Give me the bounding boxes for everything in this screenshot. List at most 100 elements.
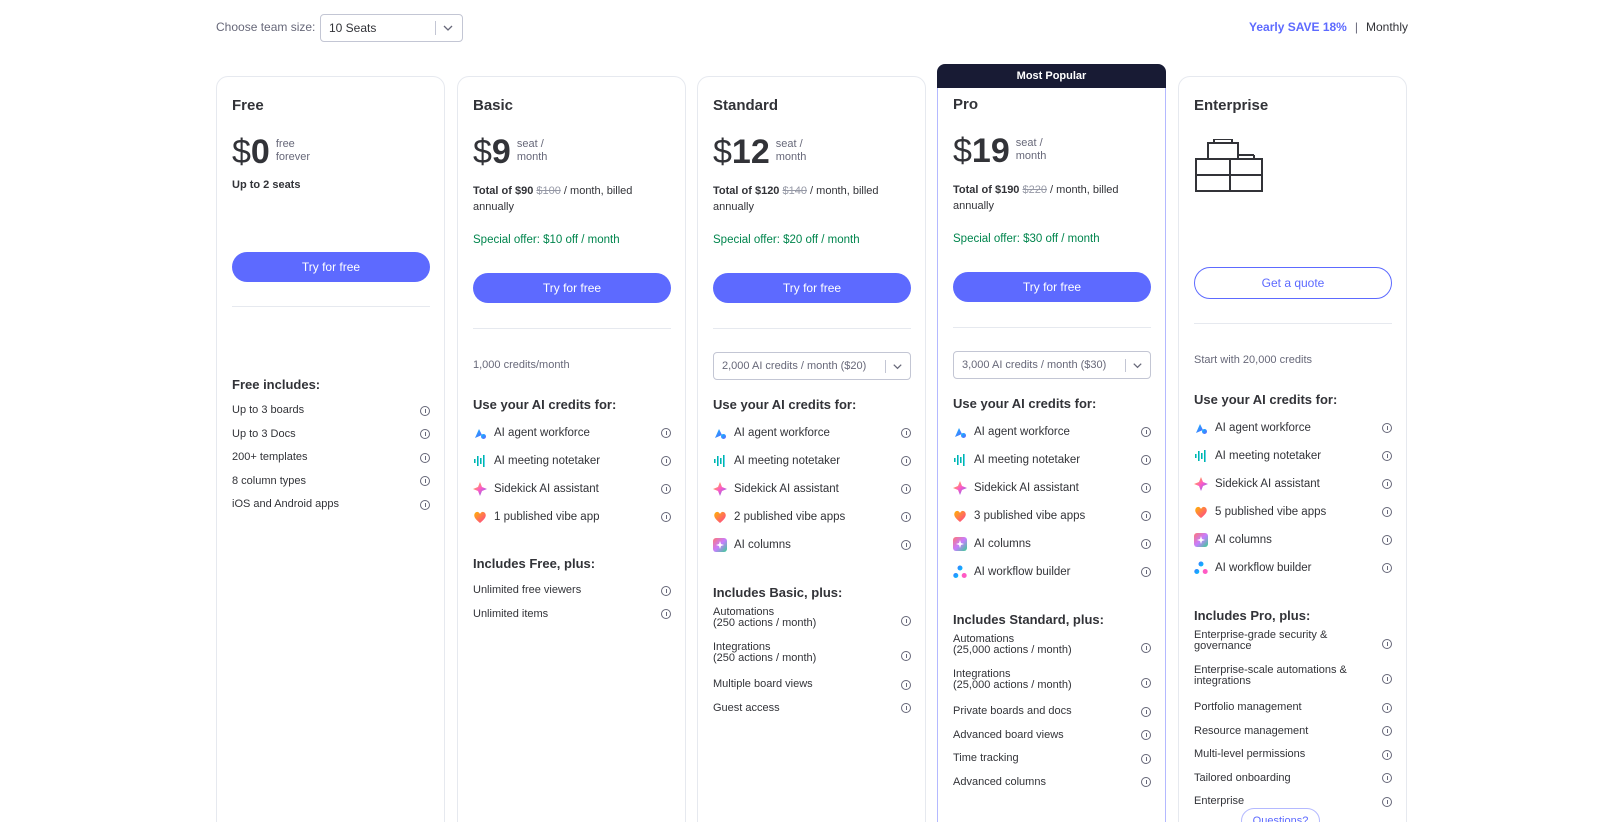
info-icon[interactable]	[661, 484, 671, 494]
plan-price: $ 19 seat / month	[953, 132, 1151, 170]
info-icon[interactable]	[1382, 749, 1392, 760]
info-icon[interactable]	[420, 405, 430, 416]
info-icon[interactable]	[661, 428, 671, 438]
ai-feature-row: AI meeting notetaker	[473, 447, 671, 475]
price-amount: 12	[731, 133, 770, 171]
try-for-free-button[interactable]: Try for free	[953, 272, 1151, 302]
info-icon[interactable]	[901, 703, 911, 714]
info-icon[interactable]	[1382, 726, 1392, 737]
ai-columns-icon	[953, 537, 967, 551]
vibe-app-icon	[1195, 506, 1207, 518]
info-icon[interactable]	[1382, 479, 1392, 489]
ai-feature-row: AI columns	[953, 530, 1151, 558]
try-for-free-button[interactable]: Try for free	[713, 273, 911, 303]
includes-title: Includes Free, plus:	[473, 556, 596, 571]
top-bar: Choose team size: 10 Seats Yearly SAVE 1…	[216, 14, 1408, 42]
billing-yearly-option[interactable]: Yearly SAVE 18%	[1249, 20, 1347, 34]
info-icon[interactable]	[1141, 730, 1151, 741]
feature-item: Multiple board views	[713, 673, 911, 697]
ai-credits-value: 3,000 AI credits / month ($30)	[962, 359, 1107, 371]
price-period: seat / month	[775, 138, 807, 163]
info-icon[interactable]	[420, 499, 430, 510]
info-icon[interactable]	[1141, 539, 1151, 549]
info-icon[interactable]	[1382, 535, 1392, 545]
questions-button[interactable]: Questions?	[1241, 808, 1320, 822]
info-icon[interactable]	[901, 428, 911, 438]
billing-monthly-option[interactable]: Monthly	[1366, 20, 1408, 34]
info-icon[interactable]	[1382, 451, 1392, 461]
info-icon[interactable]	[420, 452, 430, 463]
plan-card-pro: Pro $ 19 seat / month Total of $190 $220 …	[937, 88, 1166, 822]
info-icon[interactable]	[901, 650, 911, 661]
try-for-free-button[interactable]: Try for free	[473, 273, 671, 303]
info-icon[interactable]	[1141, 777, 1151, 788]
info-icon[interactable]	[1382, 673, 1392, 684]
price-amount: 19	[971, 132, 1010, 170]
ai-agent-icon	[1196, 424, 1207, 434]
info-icon[interactable]	[1141, 511, 1151, 521]
price-currency: $	[232, 133, 251, 171]
info-icon[interactable]	[901, 484, 911, 494]
price-amount: 0	[250, 133, 270, 171]
ai-agent-icon	[475, 429, 486, 439]
ai-feature-row: AI workflow builder	[953, 558, 1151, 586]
info-icon[interactable]	[1141, 567, 1151, 577]
info-icon[interactable]	[1382, 638, 1392, 649]
chevron-down-icon	[893, 364, 902, 370]
feature-item: Automations (25,000 actions / month)	[953, 630, 1151, 665]
billing-toggle: Yearly SAVE 18% | Monthly	[1249, 20, 1408, 34]
billing-separator: |	[1354, 20, 1358, 34]
ai-credits-title: Use your AI credits for:	[713, 397, 857, 412]
info-icon[interactable]	[1141, 427, 1151, 437]
info-icon[interactable]	[901, 679, 911, 690]
info-icon[interactable]	[1141, 483, 1151, 493]
ai-feature-row: Sidekick AI assistant	[473, 475, 671, 503]
info-icon[interactable]	[901, 456, 911, 466]
info-icon[interactable]	[1382, 507, 1392, 517]
info-icon[interactable]	[661, 512, 671, 522]
info-icon[interactable]	[901, 540, 911, 550]
info-icon[interactable]	[1382, 423, 1392, 433]
info-icon[interactable]	[661, 456, 671, 466]
feature-item: Tailored onboarding	[1194, 767, 1392, 791]
plan-card-free: Free $ 0 free forever Up to 2 seats Try f…	[216, 76, 445, 822]
info-icon[interactable]	[1382, 702, 1392, 713]
ai-feature-row: Sidekick AI assistant	[953, 474, 1151, 502]
plan-price: $ 0 free forever	[232, 133, 430, 171]
feature-item: iOS and Android apps	[232, 493, 430, 517]
info-icon[interactable]	[420, 476, 430, 487]
sidekick-icon	[953, 481, 967, 495]
info-icon[interactable]	[1382, 796, 1392, 807]
info-icon[interactable]	[661, 585, 671, 596]
ai-feature-row: Sidekick AI assistant	[713, 475, 911, 503]
ai-agent-icon	[955, 428, 966, 438]
ai-credits-select[interactable]: 2,000 AI credits / month ($20)	[713, 352, 911, 380]
divider	[232, 306, 430, 307]
ai-feature-row: AI meeting notetaker	[1194, 442, 1392, 470]
plan-name: Standard	[713, 97, 779, 114]
info-icon[interactable]	[901, 512, 911, 522]
try-for-free-button[interactable]: Try for free	[232, 252, 430, 282]
info-icon[interactable]	[1141, 642, 1151, 653]
info-icon[interactable]	[1382, 773, 1392, 784]
chevron-down-icon	[443, 25, 453, 31]
sidekick-icon	[473, 482, 487, 496]
ai-credits-select[interactable]: 3,000 AI credits / month ($30)	[953, 351, 1151, 379]
info-icon[interactable]	[1141, 706, 1151, 717]
notetaker-icon	[714, 455, 725, 467]
select-divider	[435, 21, 436, 35]
notetaker-icon	[954, 454, 965, 466]
feature-item: Multi-level permissions	[1194, 743, 1392, 767]
info-icon[interactable]	[661, 609, 671, 620]
get-a-quote-button[interactable]: Get a quote	[1194, 267, 1392, 299]
ai-feature-row: 2 published vibe apps	[713, 503, 911, 531]
info-icon[interactable]	[1141, 455, 1151, 465]
price-period: seat / month	[1015, 137, 1047, 162]
info-icon[interactable]	[901, 615, 911, 626]
info-icon[interactable]	[1382, 563, 1392, 573]
info-icon[interactable]	[1141, 753, 1151, 764]
team-size-select[interactable]: 10 Seats	[320, 14, 463, 42]
feature-item: Guest access	[713, 697, 911, 721]
info-icon[interactable]	[420, 429, 430, 440]
info-icon[interactable]	[1141, 677, 1151, 688]
